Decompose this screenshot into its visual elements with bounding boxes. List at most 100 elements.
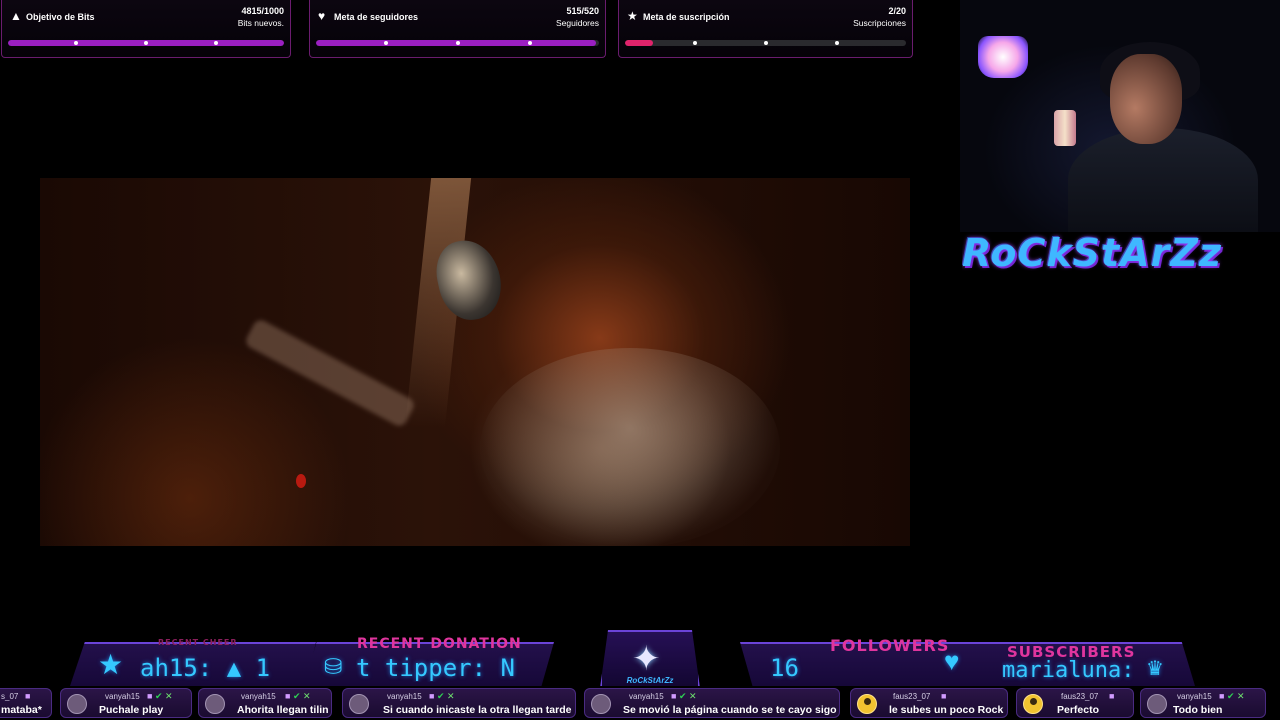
- chat-badges: ■: [1109, 691, 1114, 701]
- goal-subtitle: Suscripciones: [853, 18, 906, 28]
- recent-cheer-value: ah15: ▲ 1: [140, 654, 271, 682]
- chat-message: faus23_07 ■ le subes un poco Rock: [850, 688, 1008, 718]
- check-icon: ✔: [436, 691, 445, 701]
- chat-text: Puchale play: [99, 704, 164, 716]
- chat-text: Si cuando inicaste la otra llegan tarde: [383, 704, 572, 716]
- chat-text: Ahorita llegan tilin: [237, 704, 329, 716]
- chat-username: faus23_07: [893, 692, 931, 701]
- goal-count: 515/520: [566, 6, 599, 16]
- chat-badges: ■: [25, 691, 30, 701]
- avatar: [591, 694, 611, 714]
- x-icon: ✕: [447, 691, 455, 701]
- star-icon: ★: [627, 9, 638, 23]
- user-silhouette-icon: [864, 698, 871, 705]
- progress-marker: [456, 41, 460, 45]
- chat-message: vanyah15 ■ ✔ ✕ Se movió la página cuando…: [584, 688, 840, 718]
- badge-icon: ■: [1109, 691, 1115, 701]
- chat-message: vanyah15 ■ ✔ ✕ Puchale play: [60, 688, 192, 718]
- goal-count: 4815/1000: [241, 6, 284, 16]
- check-icon: ✔: [154, 691, 163, 701]
- trophy-icon: ♛: [1146, 658, 1164, 680]
- chat-message: vanyah15 ■ ✔ ✕ Ahorita llegan tilin: [198, 688, 332, 718]
- video-light-streak: [243, 317, 417, 429]
- progress-marker: [835, 41, 839, 45]
- subscribers-value: marialuna:: [1002, 658, 1135, 683]
- badge-icon: ■: [285, 691, 291, 701]
- badge-icon: ■: [941, 691, 947, 701]
- progress-marker: [74, 41, 78, 45]
- chat-username: faus23_07: [1061, 692, 1099, 701]
- check-icon: ✔: [1226, 691, 1235, 701]
- chat-ticker: s_07 ■ mataba* vanyah15 ■ ✔ ✕ Puchale pl…: [0, 686, 1280, 720]
- recent-cheer-label: RECENT CHEER: [158, 638, 238, 647]
- badge-icon: ■: [1219, 691, 1225, 701]
- followers-label: FOLLOWERS: [830, 636, 950, 655]
- recent-donation-label: RECENT DONATION: [357, 636, 522, 652]
- chat-username: vanyah15: [629, 692, 664, 701]
- x-icon: ✕: [165, 691, 173, 701]
- chat-badges: ■ ✔ ✕: [429, 691, 455, 702]
- goal-count: 2/20: [888, 6, 906, 16]
- chat-message: vanyah15 ■ ✔ ✕ Si cuando inicaste la otr…: [342, 688, 576, 718]
- avatar: [205, 694, 225, 714]
- chat-message: s_07 ■ mataba*: [0, 688, 52, 718]
- avatar: [1023, 694, 1043, 714]
- channel-logo-text: RoCkStArZz: [962, 231, 1222, 275]
- movie-video-frame: [40, 178, 910, 546]
- progress-marker: [384, 41, 388, 45]
- chat-text: Perfecto: [1057, 704, 1100, 716]
- bits-goal-panel: ▲ Objetivo de Bits 4815/1000 Bits nuevos…: [1, 0, 291, 58]
- chat-badges: ■: [941, 691, 946, 701]
- user-silhouette-icon: [1030, 698, 1037, 705]
- x-icon: ✕: [1237, 691, 1245, 701]
- chat-badges: ■ ✔ ✕: [285, 691, 311, 702]
- chat-text: Todo bien: [1173, 704, 1223, 716]
- goal-progress-fill: [625, 40, 654, 46]
- center-logo-text: RoCkStArZz: [626, 676, 674, 685]
- goal-subtitle: Seguidores: [555, 18, 599, 28]
- avatar: [1147, 694, 1167, 714]
- coins-icon: ⛁: [324, 654, 343, 679]
- center-logo-badge: ✦ RoCkStArZz: [600, 630, 700, 688]
- chat-username: s_07: [1, 692, 19, 701]
- goal-title: Objetivo de Bits: [26, 12, 95, 22]
- chat-username: vanyah15: [1177, 692, 1212, 701]
- streamer-face: [1110, 54, 1182, 144]
- x-icon: ✕: [689, 691, 697, 701]
- chat-text: mataba*: [1, 704, 42, 716]
- check-icon: ✔: [292, 691, 301, 701]
- recent-donation-value: t tipper: N: [356, 654, 515, 682]
- chat-message: faus23_07 ■ Perfecto: [1016, 688, 1134, 718]
- goal-title: Meta de suscripción: [643, 12, 730, 22]
- chat-text: le subes un poco Rock: [889, 704, 1004, 716]
- heart-icon: ♥: [944, 646, 960, 676]
- microphone: [1054, 110, 1076, 146]
- star-logo-icon: ✦: [632, 640, 661, 678]
- followers-goal-panel: ♥ Meta de seguidores 515/520 Seguidores: [309, 0, 606, 58]
- goal-title: Meta de seguidores: [334, 12, 419, 22]
- chat-username: vanyah15: [241, 692, 276, 701]
- progress-marker: [693, 41, 697, 45]
- x-icon: ✕: [303, 691, 311, 701]
- chat-username: vanyah15: [387, 692, 422, 701]
- badge-icon: ■: [429, 691, 435, 701]
- video-beard: [480, 348, 780, 546]
- bits-icon: ▲: [10, 9, 22, 23]
- stream-hud-bar: RECENT CHEER ★ ah15: ▲ 1 RECENT DONATION…: [0, 630, 1280, 688]
- check-icon: ✔: [678, 691, 687, 701]
- avatar: [349, 694, 369, 714]
- streamer-body: [1068, 128, 1258, 232]
- chat-badges: ■ ✔ ✕: [147, 691, 173, 702]
- video-ember: [296, 474, 306, 488]
- badge-icon: ■: [671, 691, 677, 701]
- chat-username: vanyah15: [105, 692, 140, 701]
- progress-marker: [528, 41, 532, 45]
- neon-lamp: [978, 36, 1028, 78]
- avatar: [67, 694, 87, 714]
- badge-icon: ■: [25, 691, 31, 701]
- progress-marker: [764, 41, 768, 45]
- progress-marker: [214, 41, 218, 45]
- avatar: [857, 694, 877, 714]
- chat-message: vanyah15 ■ ✔ ✕ Todo bien: [1140, 688, 1266, 718]
- goal-subtitle: Bits nuevos.: [237, 18, 284, 28]
